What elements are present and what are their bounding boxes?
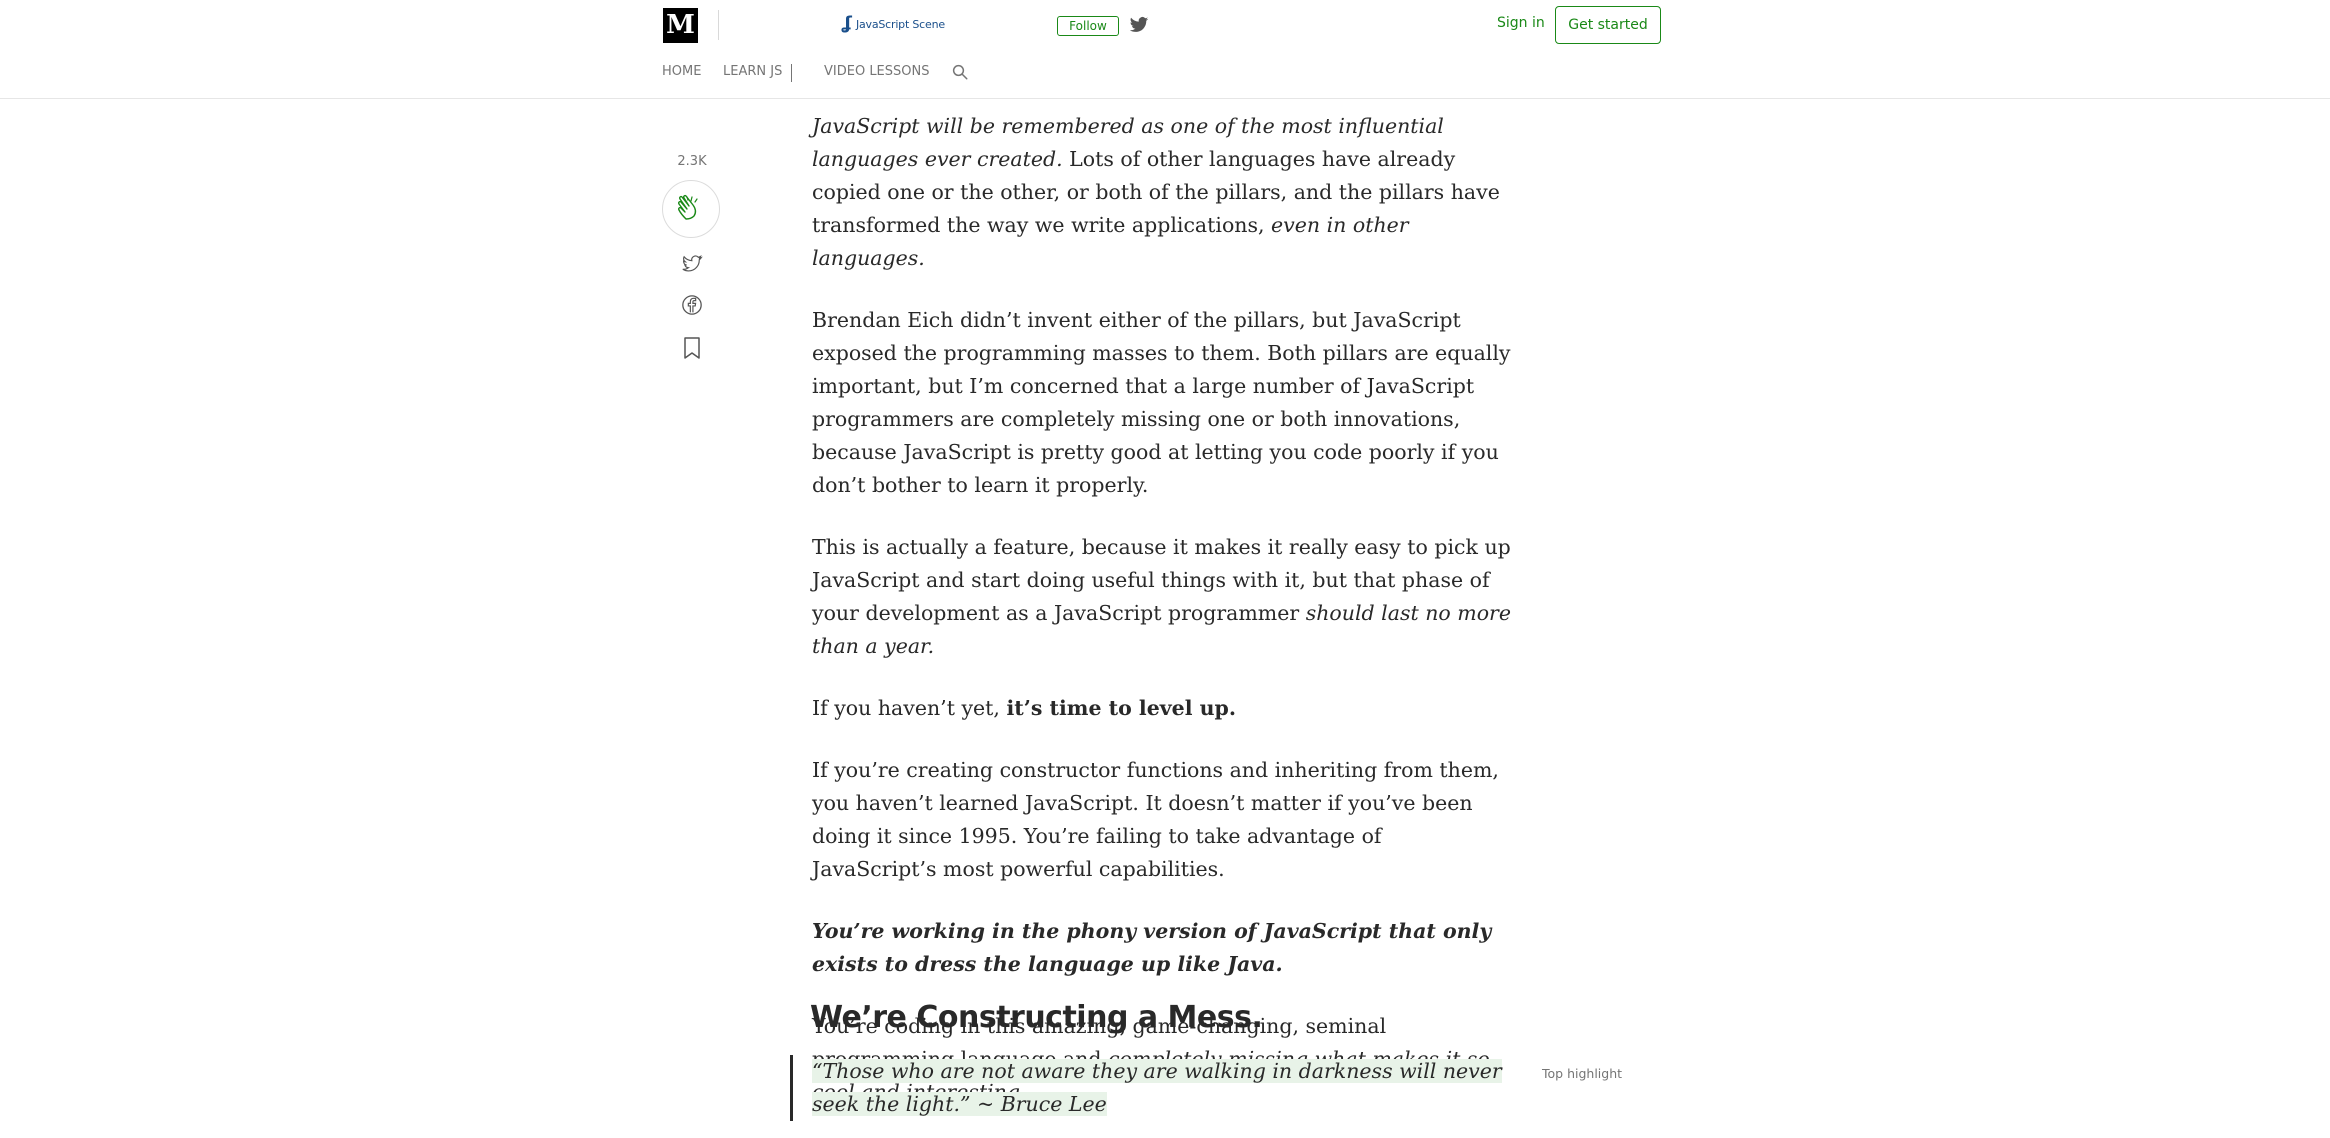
p6-bold-italic: You’re working in the phony version of J… [812,919,1492,976]
nav-item-video-lessons[interactable]: VIDEO LESSONS [824,64,930,79]
medium-logo[interactable]: M [663,8,698,43]
p4-regular: If you haven’t yet, [812,696,1007,720]
header-divider [718,10,719,40]
p4-bold: it’s time to level up. [1006,696,1237,720]
paragraph-1: JavaScript will be remembered as one of … [812,110,1512,275]
paragraph-3: This is actually a feature, because it m… [812,531,1512,663]
clap-icon [678,194,698,220]
paragraph-5: If you’re creating constructor functions… [812,758,1499,881]
publication-logo-icon: ʆ [842,13,852,34]
get-started-button[interactable]: Get started [1555,6,1661,44]
clap-count: 2.3K [677,154,707,169]
twitter-icon[interactable] [1128,15,1150,35]
follow-button[interactable]: Follow [1057,16,1119,36]
search-icon[interactable] [951,63,969,81]
section-heading: We’re Constructing a Mess. [810,1000,1263,1035]
paragraph-6: You’re working in the phony version of J… [812,915,1512,981]
paragraph-4: If you haven’t yet, it’s time to level u… [812,692,1512,725]
twitter-share-icon[interactable] [680,252,704,276]
sign-in-link[interactable]: Sign in [1497,15,1545,31]
nav-item-home[interactable]: HOME [662,64,701,79]
facebook-share-icon[interactable] [680,293,704,317]
nav-item-learn-js[interactable]: LEARN JS [723,64,782,79]
publication-name: JavaScript Scene [855,17,945,31]
article-body: JavaScript will be remembered as one of … [790,110,1512,1138]
blockquote[interactable]: “Those who are not aware they are walkin… [790,1055,1510,1121]
bookmark-icon[interactable] [680,336,704,360]
publication-logo[interactable]: ʆ JavaScript Scene [842,12,945,36]
nav-divider [791,64,792,82]
clap-button[interactable] [662,180,720,238]
highlighted-quote[interactable]: “Those who are not aware they are walkin… [812,1059,1502,1116]
top-highlight-label: Top highlight [1542,1066,1623,1081]
paragraph-2: Brendan Eich didn’t invent either of the… [812,308,1511,497]
site-header: M ʆ JavaScript Scene Follow Sign in Get … [0,0,2330,99]
